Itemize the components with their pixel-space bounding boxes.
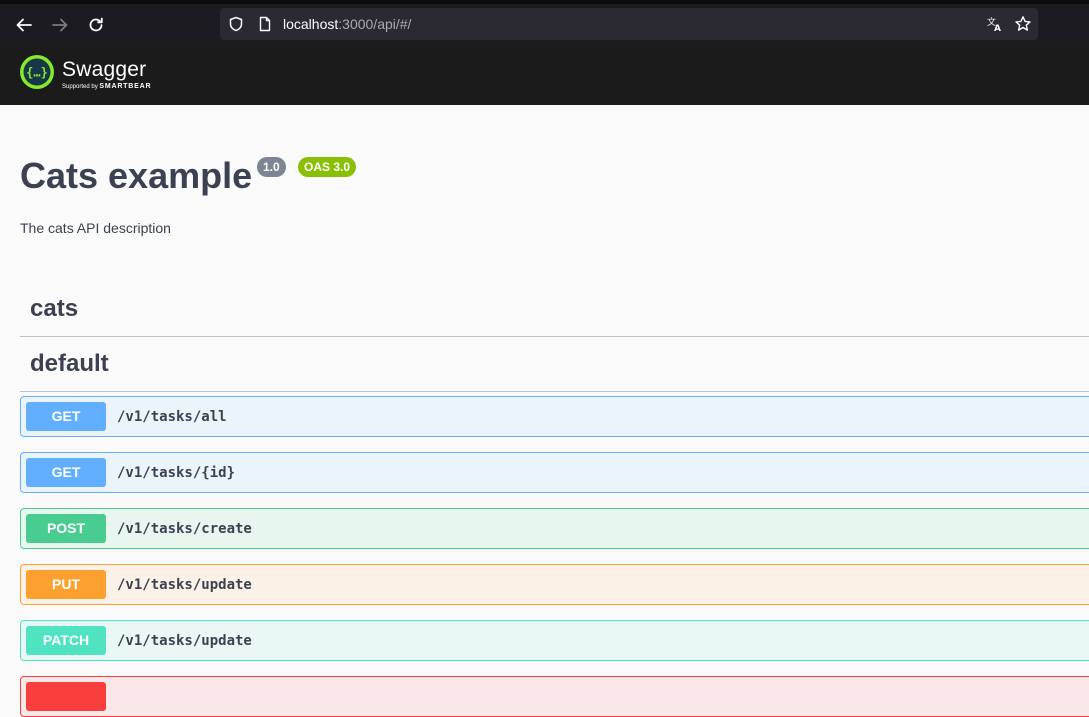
forward-button[interactable] (45, 10, 75, 40)
tag-section-default[interactable]: default (20, 336, 1089, 392)
opblock-get-tasks-id[interactable]: GET /v1/tasks/{id} (20, 452, 1089, 493)
shield-icon[interactable] (228, 16, 244, 32)
back-button[interactable] (9, 10, 39, 40)
oas-badge: OAS 3.0 (298, 157, 357, 177)
logo-tagline: Supported by SMARTBEAR (62, 83, 152, 90)
logo-wordmark: Swagger (62, 58, 147, 81)
method-badge: PUT (26, 570, 106, 599)
arrow-left-icon (16, 18, 32, 32)
opblock-post-tasks-create[interactable]: POST /v1/tasks/create (20, 508, 1089, 549)
reload-icon (89, 17, 103, 32)
url-bar[interactable]: localhost:3000/api/#/ 文 A (220, 8, 1038, 40)
endpoint-path: /v1/tasks/create (117, 521, 252, 537)
api-title: Cats example (20, 155, 253, 196)
endpoint-path: /v1/tasks/all (117, 409, 227, 425)
api-description: The cats API description (20, 220, 171, 236)
url-text[interactable]: localhost:3000/api/#/ (283, 15, 411, 33)
endpoint-path: /v1/tasks/{id} (117, 465, 236, 481)
tag-section-cats[interactable]: cats (20, 281, 1089, 337)
url-host: localhost (283, 16, 339, 32)
method-badge: GET (26, 458, 106, 487)
opblock-put-tasks-update[interactable]: PUT /v1/tasks/update (20, 564, 1089, 605)
method-badge: GET (26, 402, 106, 431)
swagger-logo-icon: {…} (20, 55, 54, 89)
tag-title: cats (30, 294, 79, 322)
endpoint-path: /v1/tasks/update (117, 577, 252, 593)
svg-text:A: A (994, 24, 1001, 33)
translate-icon[interactable]: 文 A (986, 15, 1004, 33)
swagger-topbar: {…} Swagger Supported by SMARTBEAR (0, 45, 1089, 105)
arrow-right-icon (52, 18, 68, 32)
opblock-delete-partial[interactable] (20, 676, 1089, 717)
method-badge: PATCH (26, 626, 106, 655)
method-badge: POST (26, 514, 106, 543)
tag-title: default (30, 349, 109, 377)
method-badge (26, 682, 106, 711)
reload-button[interactable] (81, 10, 111, 40)
version-badge: 1.0 (257, 157, 286, 177)
opblock-patch-tasks-update[interactable]: PATCH /v1/tasks/update (20, 620, 1089, 661)
star-icon[interactable] (1014, 15, 1032, 33)
svg-text:{…}: {…} (26, 66, 48, 80)
endpoint-path: /v1/tasks/update (117, 633, 252, 649)
opblock-get-tasks-all[interactable]: GET /v1/tasks/all (20, 396, 1089, 437)
browser-toolbar: localhost:3000/api/#/ 文 A (0, 0, 1089, 45)
page-icon[interactable] (257, 16, 273, 32)
url-rest: :3000/api/#/ (338, 16, 412, 32)
